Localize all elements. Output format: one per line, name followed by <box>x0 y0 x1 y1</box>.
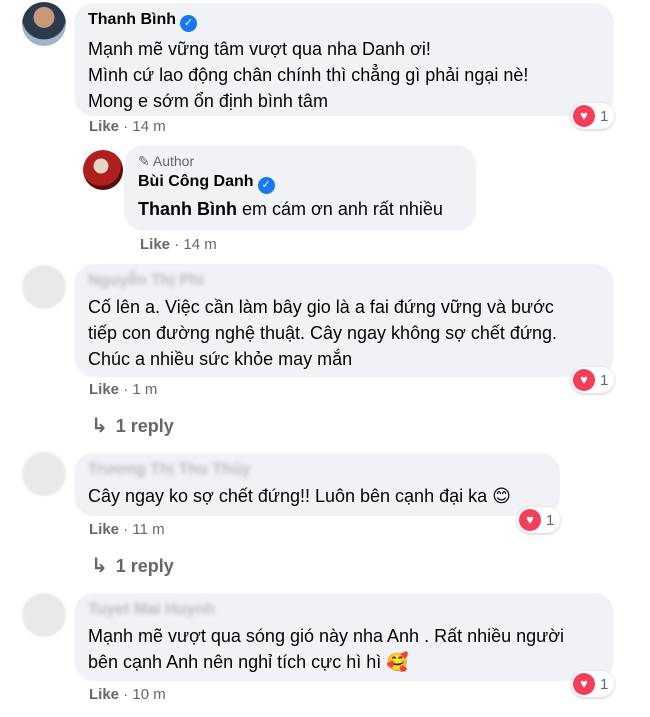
like-button[interactable]: Like <box>89 521 119 538</box>
commenter-name[interactable]: Thanh Bình <box>88 11 176 29</box>
pen-author-icon: ✎ <box>138 153 150 169</box>
heart-reaction-icon: ♥ <box>573 105 595 127</box>
comment-meta: Like · 14 m <box>89 118 166 135</box>
comment-text: Mạnh mẽ vững tâm vượt qua nha Danh ơi! M… <box>88 39 529 111</box>
like-button[interactable]: Like <box>89 381 119 398</box>
avatar[interactable] <box>83 150 123 190</box>
like-button[interactable]: Like <box>89 686 119 703</box>
author-label: ✎ Author <box>138 153 195 169</box>
like-button[interactable]: Like <box>140 236 170 253</box>
avatar[interactable] <box>22 265 66 309</box>
commenter-name[interactable]: Trương Thị Thu Thủy <box>88 461 251 479</box>
avatar[interactable] <box>22 2 66 46</box>
verified-badge-icon: ✓ <box>257 177 275 194</box>
avatar[interactable] <box>22 593 66 637</box>
reaction-count[interactable]: ♥ 1 <box>571 367 615 393</box>
smiling-face-hearts-emoji: 🥰 <box>386 652 409 672</box>
reply-arrow-icon: ↳ <box>91 415 108 437</box>
comment-time[interactable]: 14 m <box>132 118 165 135</box>
comment-bubble: ✎ Author Bùi Công Danh ✓ Thanh Bình em cá… <box>124 145 476 231</box>
comment-meta: Like · 14 m <box>140 236 217 253</box>
comment-time[interactable]: 14 m <box>183 236 216 253</box>
avatar[interactable] <box>22 452 66 496</box>
comment-time[interactable]: 10 m <box>132 686 165 703</box>
heart-reaction-icon: ♥ <box>573 673 595 695</box>
comment-meta: Like · 10 m <box>89 686 166 703</box>
comment-bubble: Nguyễn Thị Phi Cố lên a. Việc cần làm bâ… <box>74 264 614 377</box>
comment-text: Cố lên a. Việc cần làm bây gio là a fai … <box>88 297 558 369</box>
commenter-name[interactable]: Nguyễn Thị Phi <box>88 272 204 290</box>
comment-meta: Like · 11 m <box>89 521 165 538</box>
comment-time[interactable]: 1 m <box>132 381 157 398</box>
comment-text: Thanh Bình em cám ơn anh rất nhiều <box>138 199 443 219</box>
comment-text: Cây ngay ko sợ chết đứng!! Luôn bên cạnh… <box>88 486 511 506</box>
comment-text: Mạnh mẽ vượt qua sóng gió này nha Anh . … <box>88 626 564 672</box>
reaction-count[interactable]: ♥ 1 <box>571 671 615 697</box>
commenter-name[interactable]: Tuyet Mai Huynh <box>88 601 215 619</box>
like-button[interactable]: Like <box>89 118 119 135</box>
heart-reaction-icon: ♥ <box>573 369 595 391</box>
comment-bubble: Tuyet Mai Huynh Mạnh mẽ vượt qua sóng gi… <box>74 593 614 681</box>
comment-bubble: Thanh Bình ✓ Mạnh mẽ vững tâm vượt qua nh… <box>74 3 614 116</box>
comment-meta: Like · 1 m <box>89 381 158 398</box>
view-replies-link[interactable]: ↳ 1 reply <box>91 413 174 438</box>
reply-arrow-icon: ↳ <box>91 555 108 577</box>
view-replies-link[interactable]: ↳ 1 reply <box>91 553 174 578</box>
heart-reaction-icon: ♥ <box>519 509 541 531</box>
mention-link[interactable]: Thanh Bình <box>138 199 237 219</box>
reaction-count[interactable]: ♥ 1 <box>517 507 561 533</box>
smile-emoji: 😊 <box>492 486 511 506</box>
reaction-count[interactable]: ♥ 1 <box>571 103 615 129</box>
comment-bubble: Trương Thị Thu Thủy Cây ngay ko sợ chết … <box>74 453 560 516</box>
verified-badge-icon: ✓ <box>179 15 197 32</box>
comment-time[interactable]: 11 m <box>132 521 164 538</box>
commenter-name[interactable]: Bùi Công Danh <box>138 173 254 191</box>
